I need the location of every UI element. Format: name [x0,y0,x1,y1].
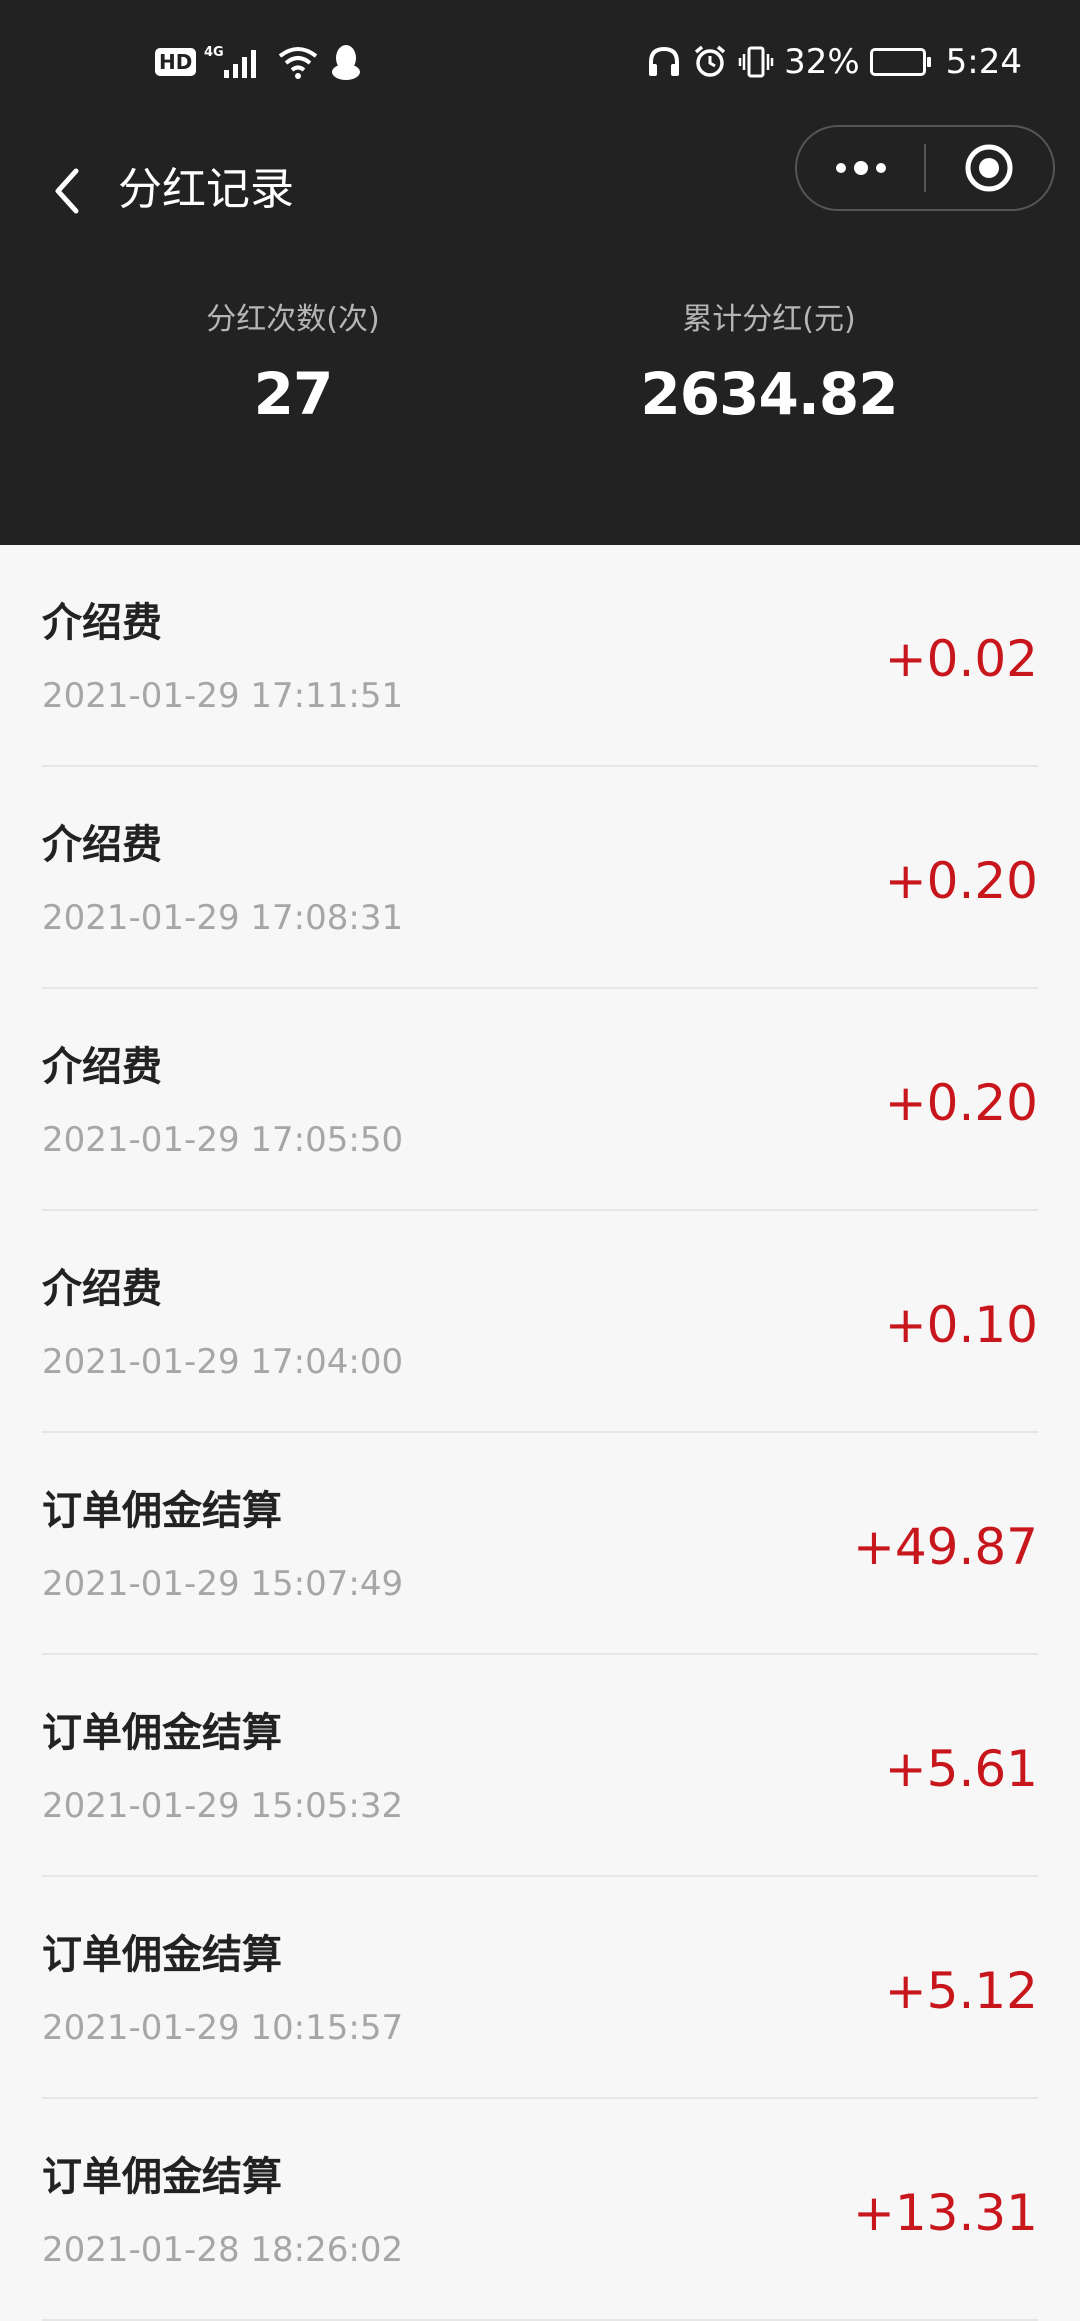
record-amount: +49.87 [852,1518,1038,1576]
dividend-record-list: 介绍费 2021-01-29 17:11:51 +0.02 介绍费 2021-0… [0,545,1080,2321]
target-circle-icon [965,144,1013,192]
dividend-total-value: 2634.82 [640,360,898,428]
chevron-left-icon [55,168,79,214]
record-title: 介绍费 [42,1266,162,1312]
record-title: 订单佣金结算 [42,2154,282,2200]
alarm-icon [692,40,728,84]
record-amount: +5.61 [884,1740,1038,1798]
record-amount: +0.20 [884,852,1038,910]
network-type-label: 4G [204,45,224,60]
mini-program-capsule [795,125,1055,211]
more-dots-icon [835,161,886,175]
record-title: 介绍费 [42,1044,162,1090]
vibrate-icon [738,40,774,84]
dividend-count-stat: 分红次数(次) 27 [93,300,493,434]
clock-time: 5:24 [945,42,1022,82]
page-title: 分红记录 [118,164,294,215]
dividend-count-label: 分红次数(次) [206,302,380,337]
record-time: 2021-01-29 17:05:50 [42,1120,404,1160]
record-amount: +13.31 [852,2184,1038,2242]
record-amount: +5.12 [884,1962,1038,2020]
battery-icon [869,40,931,84]
record-amount: +0.20 [884,1074,1038,1132]
record-amount: +0.10 [884,1296,1038,1354]
record-time: 2021-01-28 18:26:02 [42,2230,404,2270]
dividend-total-label: 累计分红(元) [682,302,856,337]
status-bar-right: 32% 5:24 [646,40,1022,84]
headphones-icon [646,40,682,84]
qq-penguin-icon [328,40,364,84]
record-time: 2021-01-29 15:07:49 [42,1564,404,1604]
more-button[interactable] [797,127,924,209]
record-row[interactable]: 介绍费 2021-01-29 17:11:51 +0.02 [42,545,1038,767]
record-row[interactable]: 订单佣金结算 2021-01-29 10:15:57 +5.12 [42,1877,1038,2099]
dividend-total-stat: 累计分红(元) 2634.82 [569,300,969,434]
signal-4g-icon: 4G [204,40,268,84]
record-title: 介绍费 [42,822,162,868]
close-mini-program-button[interactable] [926,127,1053,209]
record-row[interactable]: 介绍费 2021-01-29 17:08:31 +0.20 [42,767,1038,989]
record-row[interactable]: 介绍费 2021-01-29 17:04:00 +0.10 [42,1211,1038,1433]
wifi-icon [276,40,320,84]
dividend-count-value: 27 [253,360,334,428]
record-title: 订单佣金结算 [42,1488,282,1534]
record-time: 2021-01-29 17:11:51 [42,676,404,716]
record-time: 2021-01-29 10:15:57 [42,2008,404,2048]
record-title: 介绍费 [42,600,162,646]
record-title: 订单佣金结算 [42,1932,282,1978]
record-row[interactable]: 介绍费 2021-01-29 17:05:50 +0.20 [42,989,1038,1211]
record-time: 2021-01-29 15:05:32 [42,1786,404,1826]
record-time: 2021-01-29 17:04:00 [42,1342,404,1382]
record-row[interactable]: 订单佣金结算 2021-01-29 15:07:49 +49.87 [42,1433,1038,1655]
hd-badge: HD [155,48,197,76]
status-bar-left: HD 4G [155,40,364,84]
status-bar: HD 4G 32% 5:24 [0,0,1080,125]
record-row[interactable]: 订单佣金结算 2021-01-28 18:26:02 +13.31 [42,2099,1038,2321]
record-title: 订单佣金结算 [42,1710,282,1756]
record-time: 2021-01-29 17:08:31 [42,898,404,938]
page-header: HD 4G 32% 5:24 分红记录 分红次数(次) 27 累计分红(元) 2… [0,0,1080,545]
record-amount: +0.02 [884,630,1038,688]
record-row[interactable]: 订单佣金结算 2021-01-29 15:05:32 +5.61 [42,1655,1038,1877]
battery-percent: 32% [784,42,860,82]
back-button[interactable] [36,161,96,221]
